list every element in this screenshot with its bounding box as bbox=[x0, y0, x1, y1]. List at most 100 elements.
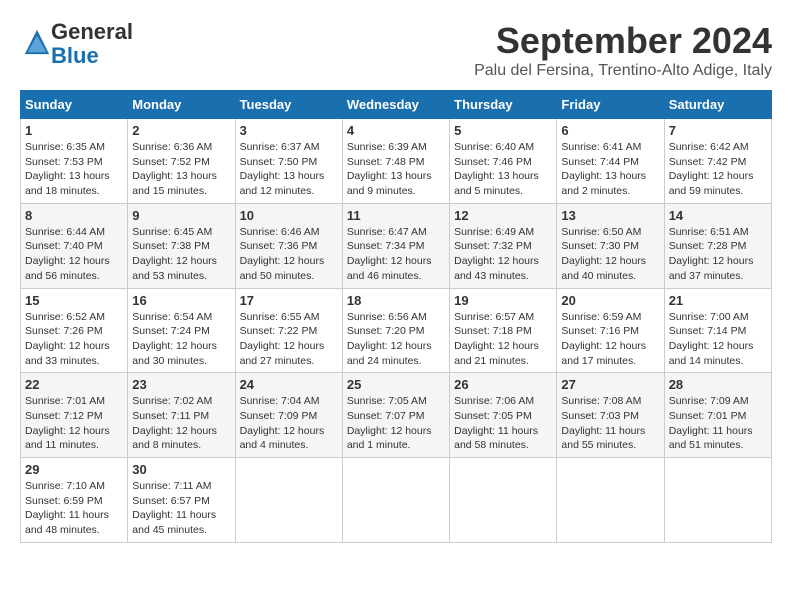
calendar-cell: 2Sunrise: 6:36 AMSunset: 7:52 PMDaylight… bbox=[128, 119, 235, 204]
day-number: 5 bbox=[454, 123, 552, 138]
calendar-week-2: 8 Sunrise: 6:44 AMSunset: 7:40 PMDaylight… bbox=[21, 203, 772, 288]
calendar-cell: 28 Sunrise: 7:09 AMSunset: 7:01 PMDayligh… bbox=[664, 373, 771, 458]
page-header: General Blue September 2024 Palu del Fer… bbox=[20, 20, 772, 80]
calendar-cell: 18 Sunrise: 6:56 AMSunset: 7:20 PMDayligh… bbox=[342, 288, 449, 373]
day-number: 20 bbox=[561, 293, 659, 308]
day-info: Sunrise: 7:00 AMSunset: 7:14 PMDaylight:… bbox=[669, 310, 767, 369]
day-number: 29 bbox=[25, 462, 123, 477]
day-info: Sunrise: 7:01 AMSunset: 7:12 PMDaylight:… bbox=[25, 394, 123, 453]
calendar-cell: 22Sunrise: 7:01 AMSunset: 7:12 PMDayligh… bbox=[21, 373, 128, 458]
calendar-cell: 26 Sunrise: 7:06 AMSunset: 7:05 PMDayligh… bbox=[450, 373, 557, 458]
calendar-cell: 1Sunrise: 6:35 AMSunset: 7:53 PMDaylight… bbox=[21, 119, 128, 204]
day-number: 9 bbox=[132, 208, 230, 223]
day-number: 24 bbox=[240, 377, 338, 392]
day-number: 12 bbox=[454, 208, 552, 223]
day-info: Sunrise: 6:57 AMSunset: 7:18 PMDaylight:… bbox=[454, 310, 552, 369]
day-info: Sunrise: 6:55 AMSunset: 7:22 PMDaylight:… bbox=[240, 310, 338, 369]
calendar-cell: 4Sunrise: 6:39 AMSunset: 7:48 PMDaylight… bbox=[342, 119, 449, 204]
day-info: Sunrise: 6:51 AMSunset: 7:28 PMDaylight:… bbox=[669, 225, 767, 284]
day-number: 6 bbox=[561, 123, 659, 138]
day-header-tuesday: Tuesday bbox=[235, 91, 342, 119]
day-number: 14 bbox=[669, 208, 767, 223]
calendar-cell: 24 Sunrise: 7:04 AMSunset: 7:09 PMDayligh… bbox=[235, 373, 342, 458]
day-header-friday: Friday bbox=[557, 91, 664, 119]
calendar-cell: 30Sunrise: 7:11 AMSunset: 6:57 PMDayligh… bbox=[128, 458, 235, 543]
calendar-cell: 29Sunrise: 7:10 AMSunset: 6:59 PMDayligh… bbox=[21, 458, 128, 543]
day-info: Sunrise: 6:35 AMSunset: 7:53 PMDaylight:… bbox=[25, 140, 123, 199]
calendar-week-1: 1Sunrise: 6:35 AMSunset: 7:53 PMDaylight… bbox=[21, 119, 772, 204]
day-info: Sunrise: 6:59 AMSunset: 7:16 PMDaylight:… bbox=[561, 310, 659, 369]
day-number: 23 bbox=[132, 377, 230, 392]
calendar-cell: 20 Sunrise: 6:59 AMSunset: 7:16 PMDayligh… bbox=[557, 288, 664, 373]
day-info: Sunrise: 6:41 AMSunset: 7:44 PMDaylight:… bbox=[561, 140, 659, 199]
calendar-cell: 10 Sunrise: 6:46 AMSunset: 7:36 PMDayligh… bbox=[235, 203, 342, 288]
calendar-cell: 25 Sunrise: 7:05 AMSunset: 7:07 PMDayligh… bbox=[342, 373, 449, 458]
day-info: Sunrise: 6:42 AMSunset: 7:42 PMDaylight:… bbox=[669, 140, 767, 199]
day-number: 10 bbox=[240, 208, 338, 223]
day-info: Sunrise: 6:56 AMSunset: 7:20 PMDaylight:… bbox=[347, 310, 445, 369]
day-number: 15 bbox=[25, 293, 123, 308]
day-info: Sunrise: 7:06 AMSunset: 7:05 PMDaylight:… bbox=[454, 394, 552, 453]
month-title: September 2024 bbox=[474, 20, 772, 62]
day-number: 7 bbox=[669, 123, 767, 138]
day-number: 13 bbox=[561, 208, 659, 223]
day-info: Sunrise: 6:50 AMSunset: 7:30 PMDaylight:… bbox=[561, 225, 659, 284]
day-info: Sunrise: 6:46 AMSunset: 7:36 PMDaylight:… bbox=[240, 225, 338, 284]
day-number: 18 bbox=[347, 293, 445, 308]
calendar-cell bbox=[450, 458, 557, 543]
day-number: 16 bbox=[132, 293, 230, 308]
day-info: Sunrise: 6:44 AMSunset: 7:40 PMDaylight:… bbox=[25, 225, 123, 284]
day-number: 27 bbox=[561, 377, 659, 392]
day-number: 17 bbox=[240, 293, 338, 308]
day-info: Sunrise: 6:37 AMSunset: 7:50 PMDaylight:… bbox=[240, 140, 338, 199]
calendar-cell bbox=[235, 458, 342, 543]
calendar-week-5: 29Sunrise: 7:10 AMSunset: 6:59 PMDayligh… bbox=[21, 458, 772, 543]
location: Palu del Fersina, Trentino-Alto Adige, I… bbox=[474, 62, 772, 80]
day-info: Sunrise: 7:04 AMSunset: 7:09 PMDaylight:… bbox=[240, 394, 338, 453]
day-header-thursday: Thursday bbox=[450, 91, 557, 119]
day-info: Sunrise: 7:02 AMSunset: 7:11 PMDaylight:… bbox=[132, 394, 230, 453]
title-block: September 2024 Palu del Fersina, Trentin… bbox=[474, 20, 772, 80]
day-header-wednesday: Wednesday bbox=[342, 91, 449, 119]
day-number: 2 bbox=[132, 123, 230, 138]
day-info: Sunrise: 7:09 AMSunset: 7:01 PMDaylight:… bbox=[669, 394, 767, 453]
day-info: Sunrise: 7:05 AMSunset: 7:07 PMDaylight:… bbox=[347, 394, 445, 453]
calendar-cell: 11Sunrise: 6:47 AMSunset: 7:34 PMDayligh… bbox=[342, 203, 449, 288]
day-info: Sunrise: 7:08 AMSunset: 7:03 PMDaylight:… bbox=[561, 394, 659, 453]
day-header-sunday: Sunday bbox=[21, 91, 128, 119]
calendar-cell: 9 Sunrise: 6:45 AMSunset: 7:38 PMDaylight… bbox=[128, 203, 235, 288]
day-info: Sunrise: 6:49 AMSunset: 7:32 PMDaylight:… bbox=[454, 225, 552, 284]
calendar-header-row: SundayMondayTuesdayWednesdayThursdayFrid… bbox=[21, 91, 772, 119]
calendar-cell: 13 Sunrise: 6:50 AMSunset: 7:30 PMDayligh… bbox=[557, 203, 664, 288]
day-header-saturday: Saturday bbox=[664, 91, 771, 119]
calendar-cell: 7 Sunrise: 6:42 AMSunset: 7:42 PMDaylight… bbox=[664, 119, 771, 204]
day-number: 4 bbox=[347, 123, 445, 138]
calendar-cell bbox=[557, 458, 664, 543]
calendar-cell: 5Sunrise: 6:40 AMSunset: 7:46 PMDaylight… bbox=[450, 119, 557, 204]
calendar-cell bbox=[664, 458, 771, 543]
calendar-cell: 12 Sunrise: 6:49 AMSunset: 7:32 PMDayligh… bbox=[450, 203, 557, 288]
calendar-cell: 8 Sunrise: 6:44 AMSunset: 7:40 PMDaylight… bbox=[21, 203, 128, 288]
day-number: 30 bbox=[132, 462, 230, 477]
day-number: 8 bbox=[25, 208, 123, 223]
calendar-cell bbox=[342, 458, 449, 543]
day-number: 3 bbox=[240, 123, 338, 138]
calendar-cell: 6 Sunrise: 6:41 AMSunset: 7:44 PMDaylight… bbox=[557, 119, 664, 204]
day-number: 11 bbox=[347, 208, 445, 223]
day-number: 21 bbox=[669, 293, 767, 308]
calendar-week-3: 15Sunrise: 6:52 AMSunset: 7:26 PMDayligh… bbox=[21, 288, 772, 373]
calendar-cell: 27 Sunrise: 7:08 AMSunset: 7:03 PMDayligh… bbox=[557, 373, 664, 458]
calendar-cell: 16 Sunrise: 6:54 AMSunset: 7:24 PMDayligh… bbox=[128, 288, 235, 373]
logo: General Blue bbox=[20, 20, 133, 68]
calendar-cell: 14 Sunrise: 6:51 AMSunset: 7:28 PMDayligh… bbox=[664, 203, 771, 288]
calendar-cell: 17 Sunrise: 6:55 AMSunset: 7:22 PMDayligh… bbox=[235, 288, 342, 373]
day-number: 26 bbox=[454, 377, 552, 392]
day-info: Sunrise: 6:54 AMSunset: 7:24 PMDaylight:… bbox=[132, 310, 230, 369]
logo-text: General Blue bbox=[51, 20, 133, 68]
calendar-cell: 3 Sunrise: 6:37 AMSunset: 7:50 PMDaylight… bbox=[235, 119, 342, 204]
day-number: 28 bbox=[669, 377, 767, 392]
day-info: Sunrise: 6:45 AMSunset: 7:38 PMDaylight:… bbox=[132, 225, 230, 284]
calendar-week-4: 22Sunrise: 7:01 AMSunset: 7:12 PMDayligh… bbox=[21, 373, 772, 458]
day-number: 25 bbox=[347, 377, 445, 392]
calendar-cell: 15Sunrise: 6:52 AMSunset: 7:26 PMDayligh… bbox=[21, 288, 128, 373]
